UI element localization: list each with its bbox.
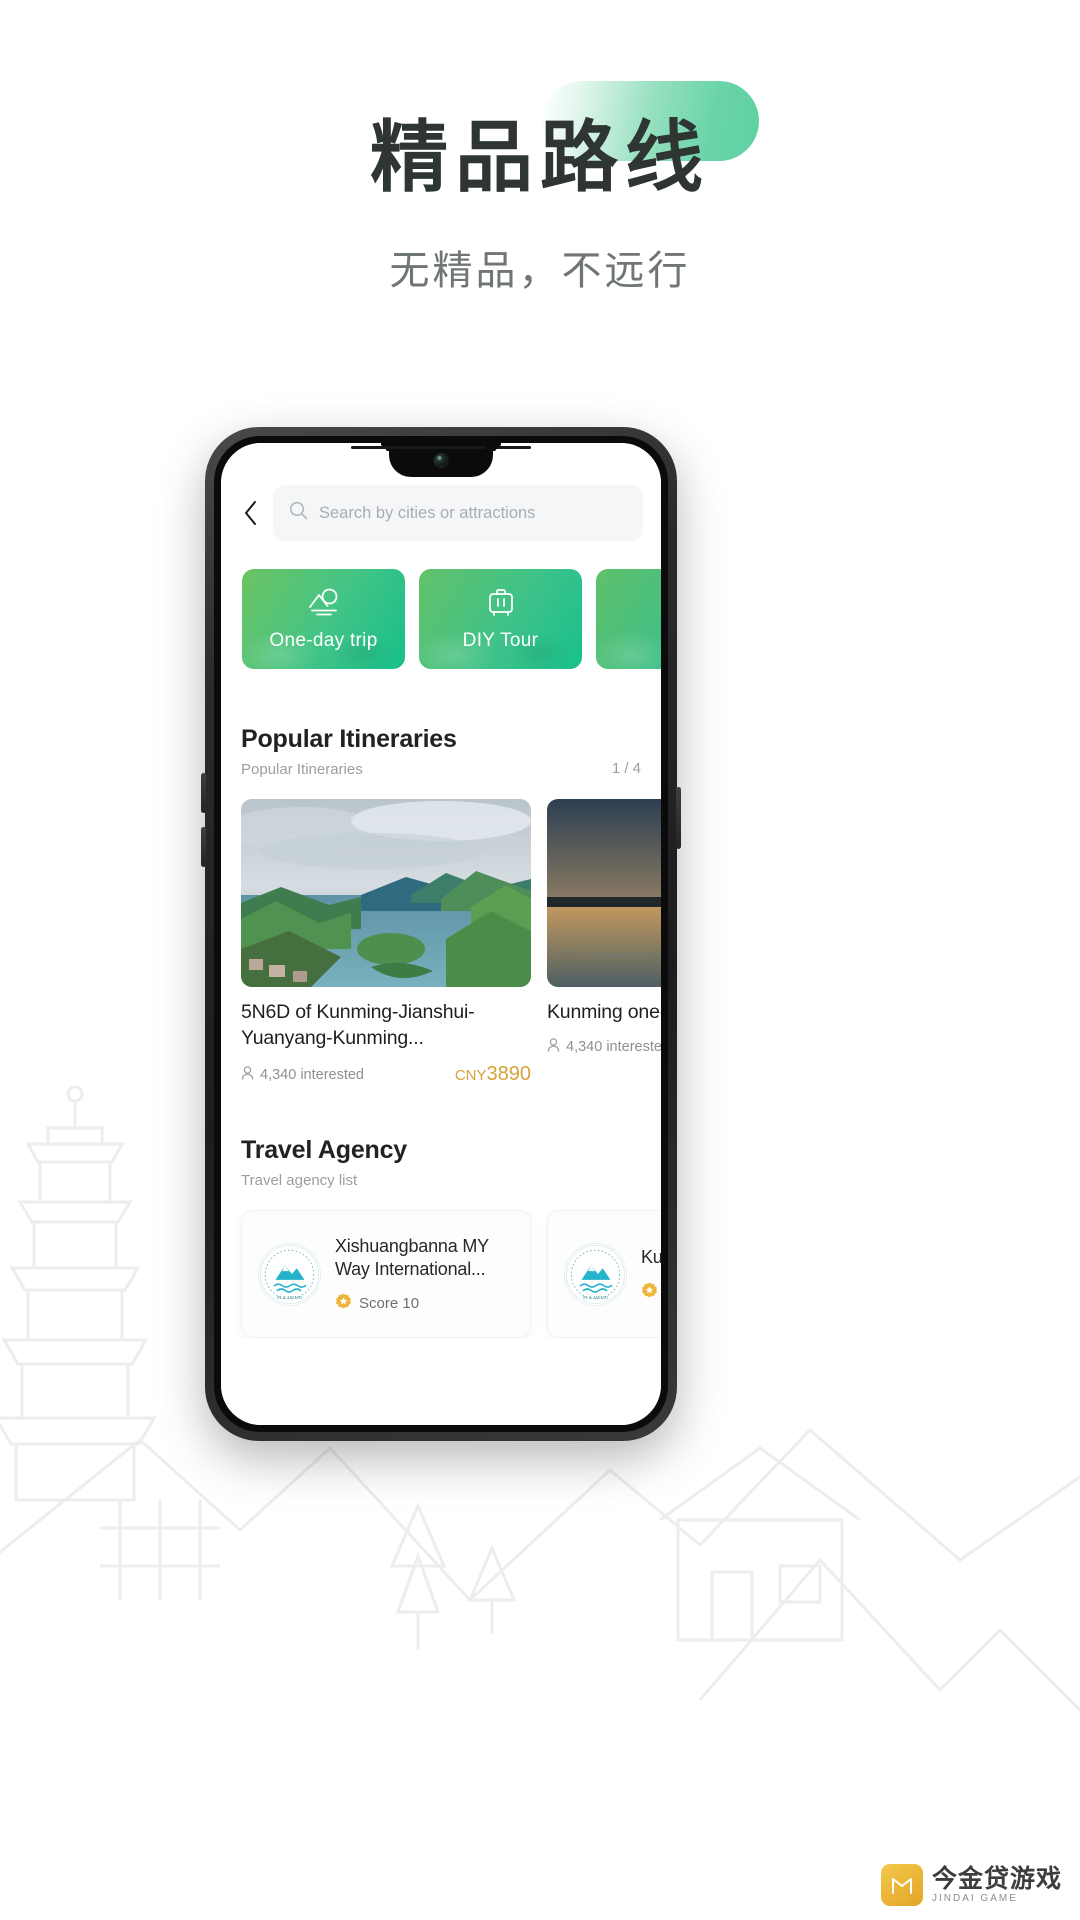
pine-tree-illustration: [389, 1502, 517, 1650]
itinerary-meta: 4,340 intereste: [547, 1037, 661, 1056]
chevron-left-icon[interactable]: [237, 496, 263, 530]
agency-card[interactable]: IN & MEMO Xishuangbanna MY Way Internati…: [241, 1210, 531, 1339]
mountain-sun-icon: [306, 586, 342, 623]
person-icon: [547, 1037, 560, 1056]
agency-body: Kunm Inter Sco: [641, 1246, 661, 1302]
search-input[interactable]: Search by cities or attractions: [273, 485, 643, 541]
search-icon: [289, 501, 308, 525]
agency-card[interactable]: IN & MEMO Kunm Inter: [547, 1210, 661, 1339]
watermark-logo-icon: [880, 1864, 923, 1906]
interested-count: 4,340 intereste: [566, 1038, 661, 1055]
price-currency: CNY: [454, 1067, 487, 1085]
pagoda-illustration: [0, 1085, 157, 1502]
itinerary-title: Kunming one-: [547, 1001, 661, 1023]
interested-count: 4,340 interested: [260, 1066, 364, 1083]
svg-text:IN & MEMO: IN & MEMO: [583, 1295, 609, 1301]
itinerary-interested: 4,340 intereste: [547, 1037, 661, 1056]
suitcase-icon: [485, 586, 517, 623]
category-label: One-day trip: [269, 630, 378, 651]
section-header: Travel Agency Travel agency list: [241, 1136, 641, 1189]
agency-name: Xishuangbanna MY Way International...: [335, 1235, 489, 1279]
agency-score: Score 10: [335, 1293, 514, 1314]
carousel-page-indicator: 1 / 4: [611, 760, 641, 777]
svg-text:IN & MEMO: IN & MEMO: [277, 1295, 303, 1301]
promo-header: 精品路线 无精品，不远行: [0, 0, 1080, 296]
category-tile-diy-tour[interactable]: DIY Tour: [419, 569, 582, 669]
phone-bezel: Search by cities or attractions One-day …: [214, 436, 668, 1432]
itinerary-image: [547, 799, 661, 987]
agency-score-label: Score 10: [359, 1295, 420, 1313]
watermark-text: 今金贷游戏 JINDAI GAME: [931, 1864, 1062, 1905]
mountain-wave-badge-icon: IN & MEMO: [564, 1242, 627, 1306]
section-header: Popular Itineraries Popular Itineraries …: [241, 725, 641, 778]
page-subtitle: 无精品，不远行: [389, 249, 691, 293]
watermark-subtitle: JINDAI GAME: [931, 1892, 1018, 1904]
agency-body: Xishuangbanna MY Way International... Sc…: [335, 1235, 514, 1315]
earpiece-speaker: [351, 446, 531, 449]
watermark: 今金贷游戏 JINDAI GAME: [880, 1864, 1062, 1906]
star-badge-icon: [335, 1293, 352, 1314]
category-tile-one-day-trip[interactable]: One-day trip: [242, 569, 405, 669]
itinerary-price: CNY3890: [455, 1063, 531, 1086]
category-label: DIY Tour: [462, 630, 539, 651]
itinerary-card[interactable]: 5N6D of Kunming-Jianshui-Yuanyang-Kunmin…: [241, 799, 531, 1086]
section-travel-agency: Travel Agency Travel agency list: [221, 1136, 661, 1189]
section-subtitle: Popular Itineraries: [241, 761, 363, 778]
promo-title-wrap: 精品路线: [369, 81, 759, 201]
phone-mockup: Search by cities or attractions One-day …: [201, 427, 681, 1441]
app-content: Search by cities or attractions One-day …: [221, 443, 661, 1425]
itinerary-meta: 4,340 interested CNY3890: [241, 1063, 531, 1086]
mountain-wave-badge-icon: IN & MEMO: [258, 1242, 321, 1306]
agency-score: Sco: [641, 1282, 661, 1303]
itinerary-card-row[interactable]: 5N6D of Kunming-Jianshui-Yuanyang-Kunmin…: [221, 799, 661, 1086]
category-tile-package[interactable]: P: [596, 569, 661, 669]
itinerary-image: [241, 799, 531, 987]
person-icon: [241, 1066, 254, 1084]
page-title: 精品路线: [369, 113, 710, 201]
itinerary-card[interactable]: Kunming one- 4,340 intereste: [547, 799, 661, 1086]
volume-down-button[interactable]: [201, 827, 206, 867]
section-subtitle: Travel agency list: [241, 1172, 358, 1190]
price-amount: 3890: [486, 1063, 532, 1086]
power-button[interactable]: [676, 787, 681, 849]
volume-up-button[interactable]: [201, 773, 206, 813]
itinerary-interested: 4,340 interested: [241, 1066, 364, 1084]
front-camera: [433, 453, 449, 468]
phone-notch: [351, 443, 531, 477]
search-placeholder: Search by cities or attractions: [319, 503, 536, 522]
phone-screen: Search by cities or attractions One-day …: [221, 443, 661, 1425]
house-illustration: [659, 1446, 861, 1642]
section-title: Travel Agency: [241, 1136, 408, 1165]
star-badge-icon: [641, 1282, 658, 1303]
section-title: Popular Itineraries: [241, 725, 457, 753]
fence-illustration: [100, 1500, 220, 1600]
category-tile-row[interactable]: One-day trip DIY Tour: [221, 541, 661, 669]
itinerary-title: 5N6D of Kunming-Jianshui-Yuanyang-Kunmin…: [241, 1001, 475, 1049]
section-popular-itineraries: Popular Itineraries Popular Itineraries …: [221, 725, 661, 778]
agency-card-row[interactable]: IN & MEMO Xishuangbanna MY Way Internati…: [221, 1210, 661, 1339]
agency-name: Kunm Inter: [641, 1247, 661, 1268]
watermark-title: 今金贷游戏: [931, 1864, 1062, 1893]
